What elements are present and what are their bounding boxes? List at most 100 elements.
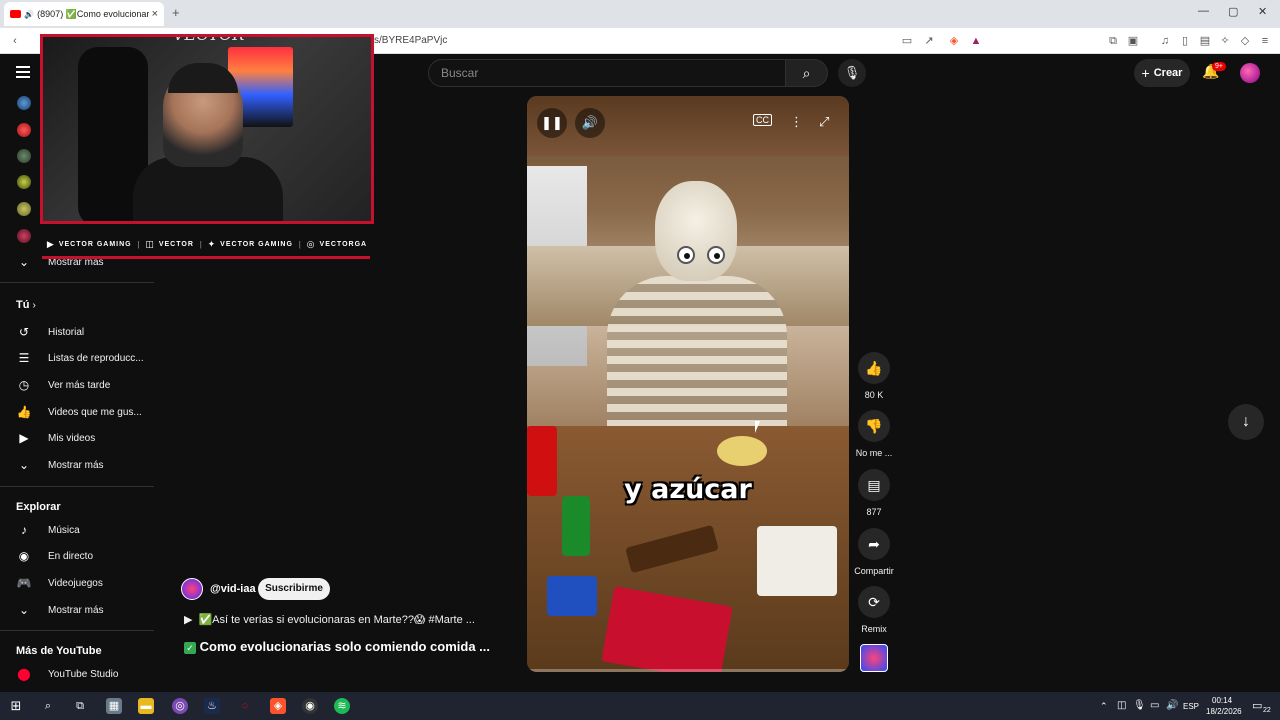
notification-badge: 9+ bbox=[1212, 62, 1226, 71]
captions-icon[interactable]: CC bbox=[753, 114, 772, 126]
network-icon[interactable]: ▭ bbox=[1150, 700, 1159, 711]
sidebar-item-liked-videos[interactable]: 👍 Videos que me gus... bbox=[16, 402, 146, 422]
live-icon: ◉ bbox=[18, 549, 30, 563]
more-options-icon[interactable]: ⋮ bbox=[790, 114, 803, 130]
subscription-avatar[interactable] bbox=[17, 96, 31, 110]
steam-icon[interactable]: ♨ bbox=[204, 698, 220, 714]
back-icon[interactable]: ‹ bbox=[8, 34, 22, 48]
opera-icon[interactable]: ○ bbox=[237, 698, 253, 714]
subscription-avatar[interactable] bbox=[17, 229, 31, 243]
new-tab-button[interactable]: + bbox=[172, 5, 180, 20]
separator: | bbox=[298, 239, 301, 249]
fullscreen-icon[interactable]: ⤢ bbox=[819, 114, 829, 130]
comments-action[interactable]: ▤ 877 bbox=[857, 469, 891, 517]
sidebar-item-show-more[interactable]: ⌄ Mostrar más bbox=[16, 455, 146, 475]
create-button[interactable]: + Crear bbox=[1134, 59, 1190, 87]
tray-app-icon[interactable]: ◫ bbox=[1117, 700, 1126, 711]
channel-avatar[interactable] bbox=[181, 578, 203, 600]
tray-chevron-icon[interactable]: ⌃ bbox=[1100, 701, 1108, 712]
share-action[interactable]: ➦ Compartir bbox=[854, 528, 894, 576]
sidebar-item-my-videos[interactable]: ▶ Mis videos bbox=[16, 428, 146, 448]
remix-icon[interactable]: ⟳ bbox=[858, 586, 890, 618]
extensions-icon[interactable]: ⧉ bbox=[1106, 34, 1120, 48]
like-action[interactable]: 👍 80 K bbox=[857, 352, 891, 400]
tray-mic-icon[interactable]: 🎙 bbox=[1133, 700, 1146, 711]
sidebar-toggle-icon[interactable]: ▯ bbox=[1178, 34, 1192, 48]
sidebar-item-history[interactable]: ↺ Historial bbox=[16, 322, 146, 342]
app-icon[interactable]: ▦ bbox=[106, 698, 122, 714]
clock-time[interactable]: 00:14 bbox=[1212, 696, 1232, 705]
subscription-avatar[interactable] bbox=[17, 175, 31, 189]
thumbs-down-icon[interactable]: 👎 bbox=[858, 410, 890, 442]
wallet2-icon[interactable]: ▤ bbox=[1198, 34, 1212, 48]
you-section-title[interactable]: Tú › bbox=[16, 299, 36, 311]
video-progress-bar[interactable] bbox=[527, 669, 849, 672]
notification-center-icon[interactable]: ▭ bbox=[1252, 699, 1262, 712]
subscription-avatar[interactable] bbox=[17, 149, 31, 163]
arrow-down-icon: ↓ bbox=[1242, 413, 1250, 430]
search-icon[interactable]: ⌕ bbox=[40, 698, 56, 714]
browser-tab[interactable]: 🔊 (8907) ✅Como evolucionaria × bbox=[4, 2, 164, 26]
search-button[interactable]: ⌕ bbox=[786, 59, 828, 87]
menu-more-icon[interactable]: ≡ bbox=[1258, 34, 1272, 48]
task-view-icon[interactable]: ⧉ bbox=[72, 698, 88, 714]
sidebar-item-gaming[interactable]: 🎮 Videojuegos bbox=[16, 573, 146, 593]
vpn-icon[interactable]: ◇ bbox=[1238, 34, 1252, 48]
dislike-label: No me ... bbox=[855, 448, 893, 458]
next-video-button[interactable]: ↓ bbox=[1228, 404, 1264, 440]
comment-icon[interactable]: ▤ bbox=[858, 469, 890, 501]
notification-count: 22 bbox=[1263, 707, 1271, 714]
social-instagram: ◎ VECTORGA bbox=[306, 238, 368, 249]
share-page-icon[interactable]: ↗ bbox=[922, 34, 936, 48]
thumbs-up-icon[interactable]: 👍 bbox=[858, 352, 890, 384]
remix-action[interactable]: ⟳ Remix bbox=[857, 586, 891, 634]
sound-thumbnail[interactable] bbox=[860, 644, 888, 672]
brave-icon[interactable]: ◈ bbox=[270, 698, 286, 714]
install-icon[interactable]: ▭ bbox=[900, 34, 914, 48]
youtube-studio-icon: ⬤ bbox=[17, 667, 31, 681]
minimize-button[interactable]: — bbox=[1198, 5, 1209, 17]
sidebar-item-explore-more[interactable]: ⌄ Mostrar más bbox=[16, 600, 146, 620]
mic-button[interactable]: 🎙 bbox=[838, 59, 866, 87]
shorts-video-player[interactable]: y azúcar ❚❚ 🔊 CC ⋮ ⤢ bbox=[527, 96, 849, 672]
music-ext-icon[interactable]: ♫ bbox=[1158, 34, 1172, 48]
url-field[interactable]: s/BYRE4PaPVjc bbox=[374, 35, 447, 46]
subscribe-button[interactable]: Suscribirme bbox=[258, 578, 330, 600]
sidebar-item-playlists[interactable]: ☰ Listas de reproducc... bbox=[16, 348, 146, 368]
avatar[interactable] bbox=[1240, 63, 1260, 83]
leo-icon[interactable]: ✧ bbox=[1218, 34, 1232, 48]
explore-section-title: Explorar bbox=[16, 501, 61, 513]
search-input[interactable]: Buscar bbox=[428, 59, 786, 87]
clock-date[interactable]: 18/2/2026 bbox=[1206, 707, 1242, 716]
language-indicator[interactable]: ESP bbox=[1183, 702, 1199, 711]
sidebar-item-youtube-studio[interactable]: ⬤ YouTube Studio bbox=[16, 664, 146, 684]
remix-label: Remix bbox=[861, 624, 887, 634]
tab-close-button[interactable]: × bbox=[152, 8, 158, 20]
subscription-avatar[interactable] bbox=[17, 123, 31, 137]
volume-button[interactable]: 🔊 bbox=[575, 108, 605, 138]
channel-handle[interactable]: @vid-iaa bbox=[210, 583, 256, 595]
brave-shields-icon[interactable]: ◈ bbox=[947, 34, 961, 48]
windows-start-icon[interactable]: ⊞ bbox=[8, 698, 24, 714]
sidebar-item-music[interactable]: ♪ Música bbox=[16, 520, 146, 540]
menu-icon[interactable] bbox=[16, 66, 30, 78]
clock-icon: ◷ bbox=[18, 378, 30, 392]
obs-icon[interactable]: ◎ bbox=[172, 698, 188, 714]
sidebar-item-live[interactable]: ◉ En directo bbox=[16, 546, 146, 566]
sidebar-item-watch-later[interactable]: ◷ Ver más tarde bbox=[16, 375, 146, 395]
file-explorer-icon[interactable]: ▬ bbox=[138, 698, 154, 714]
dislike-action[interactable]: 👎 No me ... bbox=[856, 410, 892, 458]
subscription-avatar[interactable] bbox=[17, 202, 31, 216]
spotify-icon[interactable]: ≋ bbox=[334, 698, 350, 714]
pause-button[interactable]: ❚❚ bbox=[537, 108, 567, 138]
maximize-button[interactable]: ▢ bbox=[1228, 5, 1238, 18]
app2-icon[interactable]: ◉ bbox=[302, 698, 318, 714]
social-twitter: ✦ VECTOR GAMING bbox=[207, 238, 293, 249]
close-window-button[interactable]: ✕ bbox=[1258, 5, 1267, 18]
brave-rewards-icon[interactable]: ▲ bbox=[969, 34, 983, 48]
share-icon[interactable]: ➦ bbox=[858, 528, 890, 560]
volume-tray-icon[interactable]: 🔊 bbox=[1166, 700, 1178, 711]
wallet-icon[interactable]: ▣ bbox=[1126, 34, 1140, 48]
related-playlist-link[interactable]: ▶ ✅Así te verías si evolucionaras en Mart… bbox=[184, 613, 475, 626]
webcam-overlay: VECTOR bbox=[40, 34, 374, 224]
